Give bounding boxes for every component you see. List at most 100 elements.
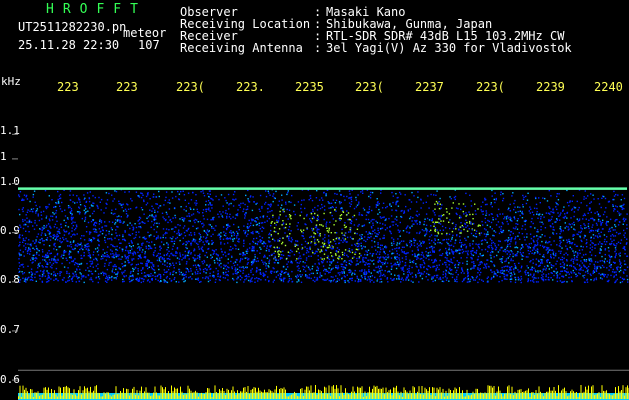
- noise-pixel: [110, 243, 112, 246]
- noise-pixel: [423, 230, 425, 232]
- noise-pixel: [278, 250, 280, 252]
- noise-pixel: [74, 258, 76, 260]
- noise-pixel: [495, 224, 498, 226]
- noise-pixel: [301, 274, 303, 276]
- noise-pixel: [204, 254, 206, 257]
- noise-pixel: [140, 192, 142, 194]
- noise-pixel: [93, 258, 95, 261]
- noise-pixel: [387, 254, 389, 256]
- noise-pixel: [72, 241, 75, 243]
- noise-pixel: [75, 262, 78, 265]
- noise-pixel: [259, 228, 262, 230]
- noise-pixel: [316, 239, 319, 241]
- noise-pixel: [67, 205, 70, 207]
- noise-pixel: [338, 201, 341, 203]
- noise-pixel: [19, 265, 21, 267]
- noise-pixel: [588, 209, 591, 211]
- noise-pixel: [287, 251, 290, 253]
- noise-pixel: [65, 231, 67, 233]
- noise-pixel: [71, 248, 74, 250]
- noise-pixel: [118, 203, 120, 205]
- noise-pixel: [512, 253, 514, 255]
- noise-pixel: [313, 240, 316, 242]
- noise-pixel: [462, 262, 464, 264]
- noise-pixel: [229, 246, 232, 248]
- noise-pixel: [501, 258, 503, 260]
- noise-pixel: [414, 220, 416, 222]
- noise-pixel: [106, 254, 108, 256]
- noise-pixel: [583, 196, 585, 198]
- noise-pixel: [334, 240, 336, 242]
- noise-pixel: [35, 280, 37, 282]
- noise-pixel: [92, 254, 94, 256]
- noise-pixel: [275, 259, 277, 261]
- noise-pixel: [63, 234, 66, 236]
- noise-pixel: [329, 264, 331, 266]
- noise-pixel: [619, 252, 621, 254]
- noise-pixel: [302, 232, 304, 234]
- noise-pixel: [376, 251, 379, 253]
- noise-pixel: [451, 262, 454, 264]
- noise-pixel: [556, 271, 559, 273]
- noise-pixel: [166, 275, 168, 278]
- noise-pixel: [367, 259, 369, 261]
- noise-pixel: [62, 237, 64, 239]
- noise-pixel: [492, 247, 494, 250]
- noise-pixel: [364, 271, 366, 273]
- noise-pixel: [41, 249, 44, 251]
- noise-pixel: [556, 276, 559, 278]
- noise-pixel: [267, 240, 270, 242]
- noise-pixel: [31, 262, 33, 264]
- noise-pixel: [37, 241, 40, 243]
- noise-pixel: [498, 232, 501, 235]
- noise-pixel: [475, 232, 477, 235]
- noise-pixel: [560, 230, 562, 233]
- noise-pixel: [268, 262, 270, 265]
- noise-pixel: [44, 234, 47, 236]
- noise-pixel: [172, 217, 174, 219]
- noise-pixel: [147, 192, 149, 194]
- noise-pixel: [164, 199, 166, 202]
- noise-pixel: [583, 198, 585, 200]
- noise-pixel: [265, 201, 267, 204]
- noise-pixel: [159, 237, 162, 239]
- noise-pixel: [317, 216, 319, 218]
- noise-pixel: [327, 231, 330, 233]
- noise-pixel: [430, 229, 432, 231]
- noise-pixel: [338, 249, 340, 251]
- noise-pixel: [514, 199, 516, 202]
- noise-pixel: [162, 236, 164, 239]
- noise-pixel: [361, 269, 363, 271]
- noise-pixel: [502, 213, 504, 215]
- noise-pixel: [207, 193, 209, 195]
- noise-pixel: [325, 194, 327, 197]
- noise-pixel: [55, 275, 57, 277]
- noise-pixel: [579, 235, 581, 237]
- noise-pixel: [491, 195, 493, 197]
- noise-pixel: [494, 245, 496, 247]
- noise-pixel: [417, 191, 419, 193]
- noise-pixel: [69, 206, 71, 208]
- noise-pixel: [181, 259, 183, 261]
- noise-pixel: [304, 262, 306, 264]
- noise-pixel: [148, 275, 150, 277]
- noise-pixel: [31, 257, 33, 259]
- noise-pixel: [279, 237, 281, 240]
- noise-pixel: [75, 273, 77, 276]
- noise-pixel: [366, 251, 368, 253]
- noise-pixel: [164, 264, 166, 266]
- noise-pixel: [195, 242, 198, 245]
- noise-pixel: [399, 191, 401, 194]
- noise-pixel: [390, 277, 392, 280]
- noise-pixel: [223, 231, 225, 233]
- noise-pixel: [19, 191, 22, 193]
- noise-pixel: [566, 268, 568, 270]
- noise-pixel: [550, 244, 552, 246]
- noise-pixel: [218, 264, 220, 267]
- noise-pixel: [398, 265, 400, 267]
- noise-pixel: [597, 243, 600, 245]
- noise-pixel: [202, 192, 205, 194]
- noise-pixel: [461, 252, 464, 254]
- noise-pixel: [150, 226, 152, 228]
- noise-pixel: [415, 275, 417, 278]
